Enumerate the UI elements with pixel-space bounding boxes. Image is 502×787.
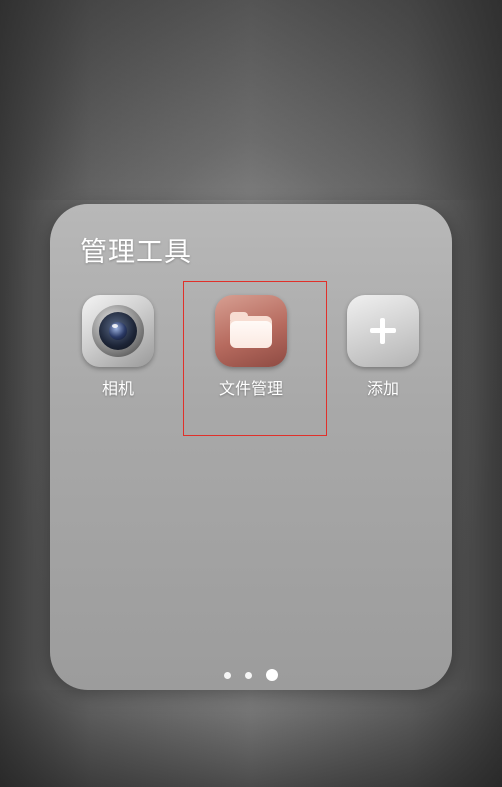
folder-panel xyxy=(50,204,452,690)
wallpaper-bottom xyxy=(0,690,502,787)
folder-title[interactable]: 管理工具 xyxy=(80,230,192,269)
app-camera[interactable]: 相机 xyxy=(73,295,163,399)
page-indicator xyxy=(0,665,502,685)
page-dot-3[interactable] xyxy=(266,669,278,681)
highlight-box xyxy=(183,281,327,436)
app-add[interactable]: 添加 xyxy=(338,295,428,399)
app-label-add: 添加 xyxy=(366,379,399,398)
app-label-camera: 相机 xyxy=(101,379,134,398)
page-dot-1[interactable] xyxy=(224,671,231,679)
page-dot-2[interactable] xyxy=(245,671,252,679)
plus-icon[interactable] xyxy=(347,295,419,367)
camera-icon[interactable] xyxy=(82,295,154,367)
wallpaper-top xyxy=(0,0,502,200)
